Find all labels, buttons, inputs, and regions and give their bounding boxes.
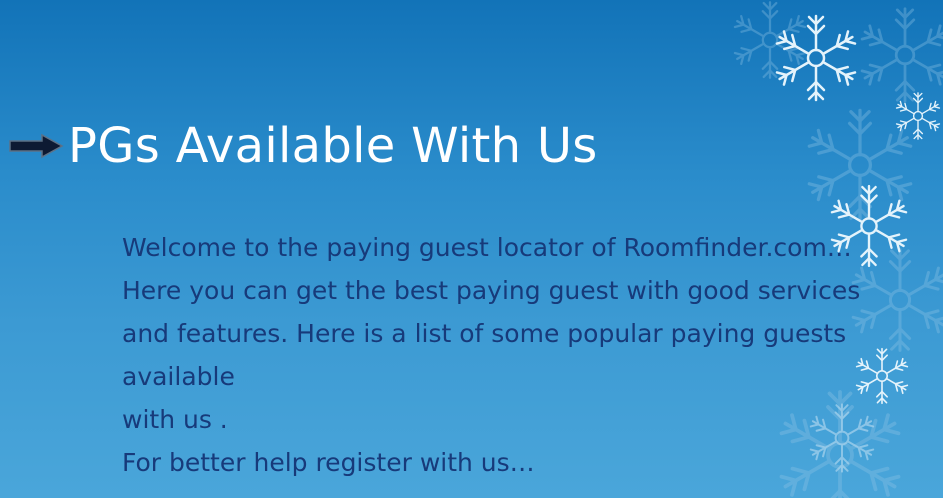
snowflake-icon <box>734 2 807 78</box>
body-line: Here you can get the best paying guest w… <box>122 276 861 305</box>
title-row: PGs Available With Us <box>8 118 598 174</box>
body-line: with us . <box>122 405 228 434</box>
snowflake-icon <box>776 16 857 100</box>
body-line: Welcome to the paying guest locator of R… <box>122 233 852 262</box>
body-line: available <box>122 362 235 391</box>
snowflake-icon <box>808 110 913 219</box>
page-title: PGs Available With Us <box>68 118 598 174</box>
body-line: and features. Here is a list of some pop… <box>122 319 847 348</box>
body-text: Welcome to the paying guest locator of R… <box>122 226 922 484</box>
body-line: For better help register with us… <box>122 448 535 477</box>
arrow-right-icon <box>9 133 64 159</box>
snowflake-icon <box>861 9 943 101</box>
snowflake-icon <box>896 93 940 139</box>
